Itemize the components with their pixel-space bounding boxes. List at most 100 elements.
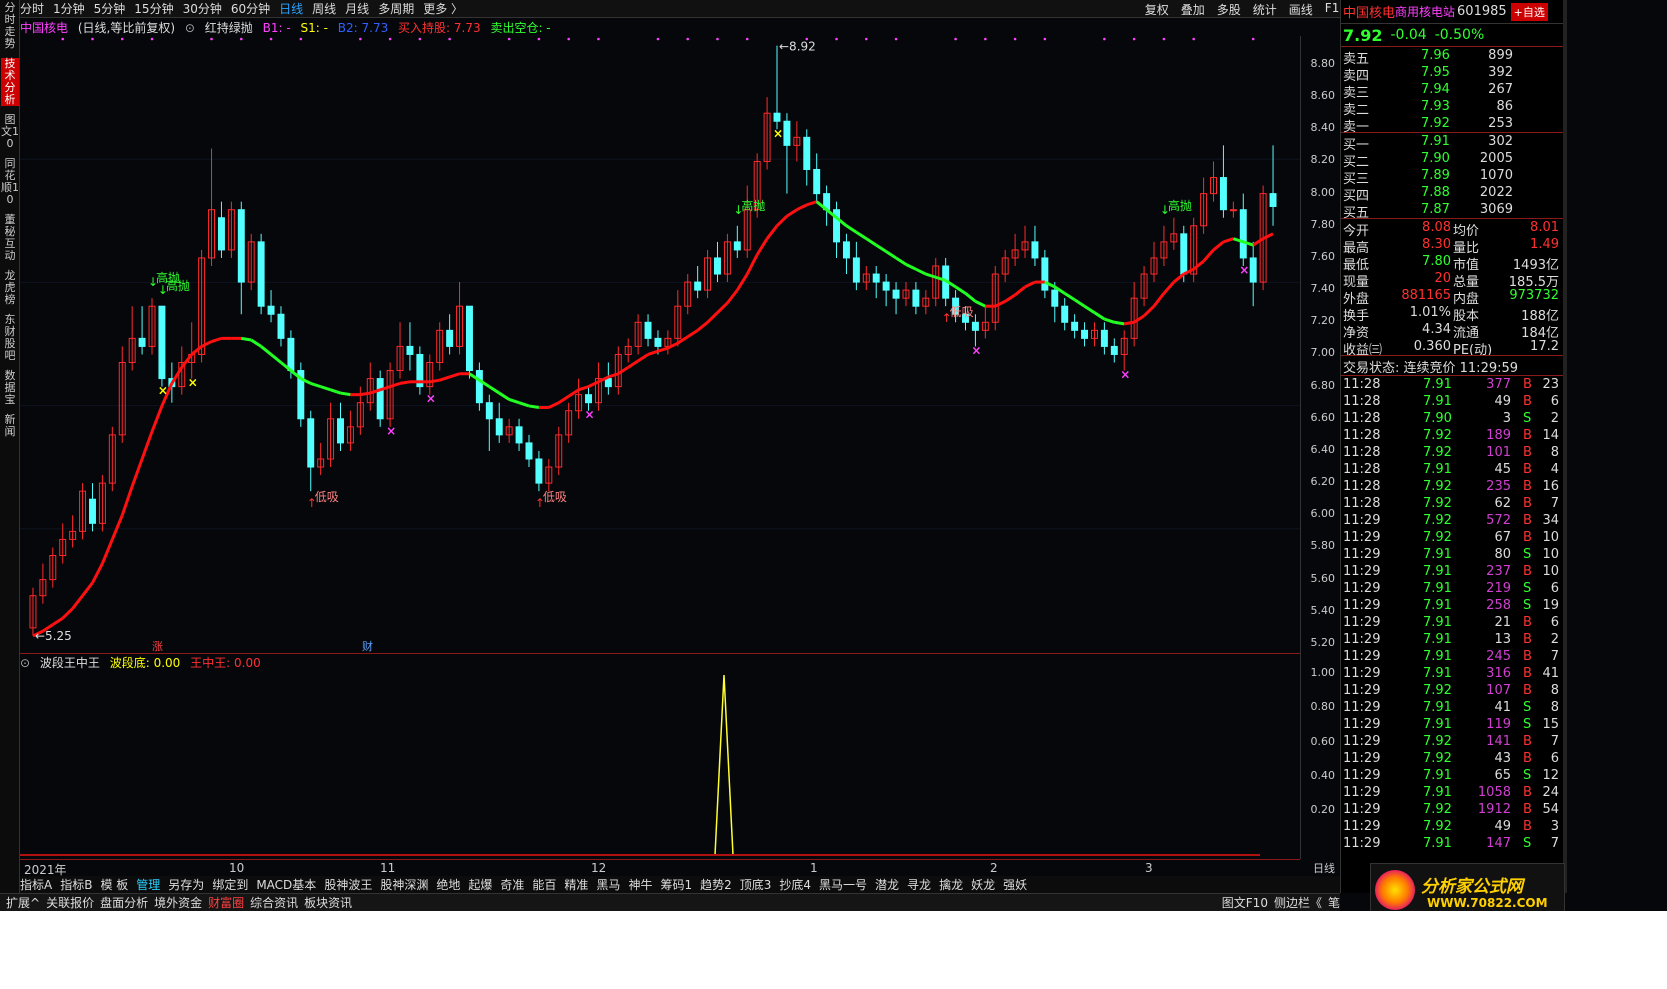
trend-line-segment — [885, 250, 897, 260]
add-favorite-button[interactable]: +自选 — [1510, 2, 1548, 21]
bottom-right-0[interactable]: 图文F10 — [1222, 894, 1268, 911]
period-tab-9[interactable]: 多周期 — [378, 0, 414, 17]
y-tick-2: 8.40 — [1310, 121, 1336, 135]
trend-line-segment — [676, 335, 689, 345]
indicator-tab-12[interactable]: 能百 — [532, 876, 556, 893]
indicator-tab-22[interactable]: 寻龙 — [907, 876, 931, 893]
bottom-tab-5[interactable]: 综合资讯 — [250, 894, 298, 911]
tick-side: B — [1523, 530, 1532, 545]
indicator-tab-4[interactable]: 另存为 — [168, 876, 204, 893]
candle — [396, 322, 404, 379]
cross-marker: × — [773, 126, 783, 140]
period-tab-6[interactable]: 日线 — [279, 0, 303, 17]
indicator-tab-19[interactable]: 抄底4 — [779, 876, 811, 893]
top-tool-1[interactable]: 叠加 — [1181, 1, 1205, 18]
signal-dot — [1192, 37, 1195, 41]
tick-side: B — [1523, 632, 1532, 647]
period-tab-1[interactable]: 1分钟 — [53, 0, 85, 17]
bid-row: 买二 7.90 2005 — [1341, 150, 1563, 170]
indicator-tab-25[interactable]: 强妖 — [1003, 876, 1027, 893]
sub-indicator-chart[interactable] — [20, 669, 1300, 859]
trend-line-segment — [895, 256, 907, 266]
tick-row: 11:29 7.91 21 B 6 — [1341, 614, 1563, 631]
left-tab-6[interactable]: 东财股吧 — [1, 314, 19, 362]
signal-dot — [210, 37, 213, 41]
left-tab-3[interactable]: 同花顺10 — [1, 158, 19, 206]
tick-list[interactable]: 11:28 7.91 377 B 23 11:28 7.91 49 B 6 11:28 7.90 3 S 2… — [1341, 375, 1563, 852]
bottom-tab-1[interactable]: 关联报价 — [46, 894, 94, 911]
tick-time: 11:29 — [1343, 547, 1381, 562]
indicator-tab-11[interactable]: 奇准 — [500, 876, 524, 893]
period-tab-10[interactable]: 更多 〉 — [423, 0, 463, 17]
candle — [158, 305, 166, 387]
x-label-1: 10 — [229, 861, 245, 875]
indicator-tab-9[interactable]: 绝地 — [436, 876, 460, 893]
indicator-tab-14[interactable]: 黑马 — [596, 876, 620, 893]
trend-line-segment — [1192, 260, 1205, 271]
bottom-tab-3[interactable]: 境外资金 — [154, 894, 202, 911]
left-tab-2[interactable]: 图文10 — [1, 114, 19, 150]
trend-line-segment — [61, 607, 74, 620]
left-tab-0[interactable]: 分时走势 — [1, 2, 19, 50]
indicator-tab-0[interactable]: 指标A — [20, 876, 52, 893]
period-tab-2[interactable]: 5分钟 — [94, 0, 126, 17]
signal-dot — [448, 37, 451, 41]
indicator-tab-23[interactable]: 擒龙 — [939, 876, 963, 893]
candle — [1200, 177, 1208, 234]
indicator-tab-17[interactable]: 趋势2 — [700, 876, 732, 893]
period-tab-4[interactable]: 30分钟 — [183, 0, 222, 17]
indicator-tab-13[interactable]: 精准 — [564, 876, 588, 893]
indicator-tab-1[interactable]: 指标B — [60, 876, 92, 893]
flower-logo-icon — [1375, 870, 1415, 910]
signal-dot — [567, 37, 570, 41]
top-tool-4[interactable]: 画线 — [1289, 1, 1313, 18]
candle — [833, 201, 841, 258]
period-tab-8[interactable]: 月线 — [345, 0, 369, 17]
indicator-tab-8[interactable]: 股神深渊 — [380, 876, 428, 893]
indicator-toggle-icon[interactable]: ⊙ — [185, 21, 195, 35]
candle — [297, 362, 305, 427]
left-tab-7[interactable]: 数据宝 — [1, 370, 19, 406]
indicator-tab-16[interactable]: 筹码1 — [660, 876, 692, 893]
top-tool-2[interactable]: 多股 — [1217, 1, 1241, 18]
left-tab-8[interactable]: 新闻 — [1, 414, 19, 438]
candlestick-chart[interactable]: ←8.92←5.25↓高抛↓高抛↓高抛 ↓高抛↑低吸 ↑低吸↑低吸×××××××××… — [20, 36, 1300, 652]
left-tab-4[interactable]: 董秘互动 — [1, 214, 19, 262]
indicator-tab-7[interactable]: 股神波王 — [324, 876, 372, 893]
indicator-tab-21[interactable]: 潜龙 — [875, 876, 899, 893]
trend-line-segment — [1152, 292, 1166, 308]
sub-toggle-icon[interactable]: ⊙ — [20, 656, 30, 670]
candle — [1001, 249, 1009, 283]
indicator-tab-5[interactable]: 绑定到 — [212, 876, 248, 893]
period-tab-7[interactable]: 周线 — [312, 0, 336, 17]
period-tab-0[interactable]: 分时 — [20, 0, 44, 17]
tick-price: 7.92 — [1423, 479, 1452, 494]
candle — [634, 314, 642, 355]
indicator-tab-3[interactable]: 管理 — [136, 876, 160, 893]
bottom-tab-6[interactable]: 板块资讯 — [304, 894, 352, 911]
indicator-tab-20[interactable]: 黑马一号 — [819, 876, 867, 893]
indicator-tab-15[interactable]: 神牛 — [628, 876, 652, 893]
panel-scrollbar[interactable] — [1563, 0, 1567, 893]
tick-row: 11:29 7.92 107 B 8 — [1341, 682, 1563, 699]
indicator-tab-24[interactable]: 妖龙 — [971, 876, 995, 893]
top-tool-0[interactable]: 复权 — [1145, 1, 1169, 18]
indicator-tab-10[interactable]: 起爆 — [468, 876, 492, 893]
tick-side: B — [1523, 649, 1532, 664]
bottom-tab-4[interactable]: 财富圈 — [208, 894, 244, 911]
tick-row: 11:28 7.91 377 B 23 — [1341, 376, 1563, 393]
left-tab-5[interactable]: 龙虎榜 — [1, 270, 19, 306]
bottom-tab-0[interactable]: 扩展^ — [6, 894, 40, 911]
bottom-right-2[interactable]: 笔 — [1328, 894, 1340, 911]
indicator-tab-2[interactable]: 模 板 — [100, 876, 128, 893]
indicator-tab-18[interactable]: 顶底3 — [740, 876, 772, 893]
trend-line-segment — [964, 292, 977, 303]
period-tab-3[interactable]: 15分钟 — [134, 0, 173, 17]
bottom-right-1[interactable]: 侧边栏《 — [1274, 894, 1322, 911]
top-tool-3[interactable]: 统计 — [1253, 1, 1277, 18]
period-tab-5[interactable]: 60分钟 — [231, 0, 270, 17]
signal-dot — [954, 37, 957, 41]
bottom-tab-2[interactable]: 盘面分析 — [100, 894, 148, 911]
left-tab-1[interactable]: 技术分析 — [1, 58, 19, 106]
indicator-tab-6[interactable]: MACD基本 — [256, 876, 316, 893]
